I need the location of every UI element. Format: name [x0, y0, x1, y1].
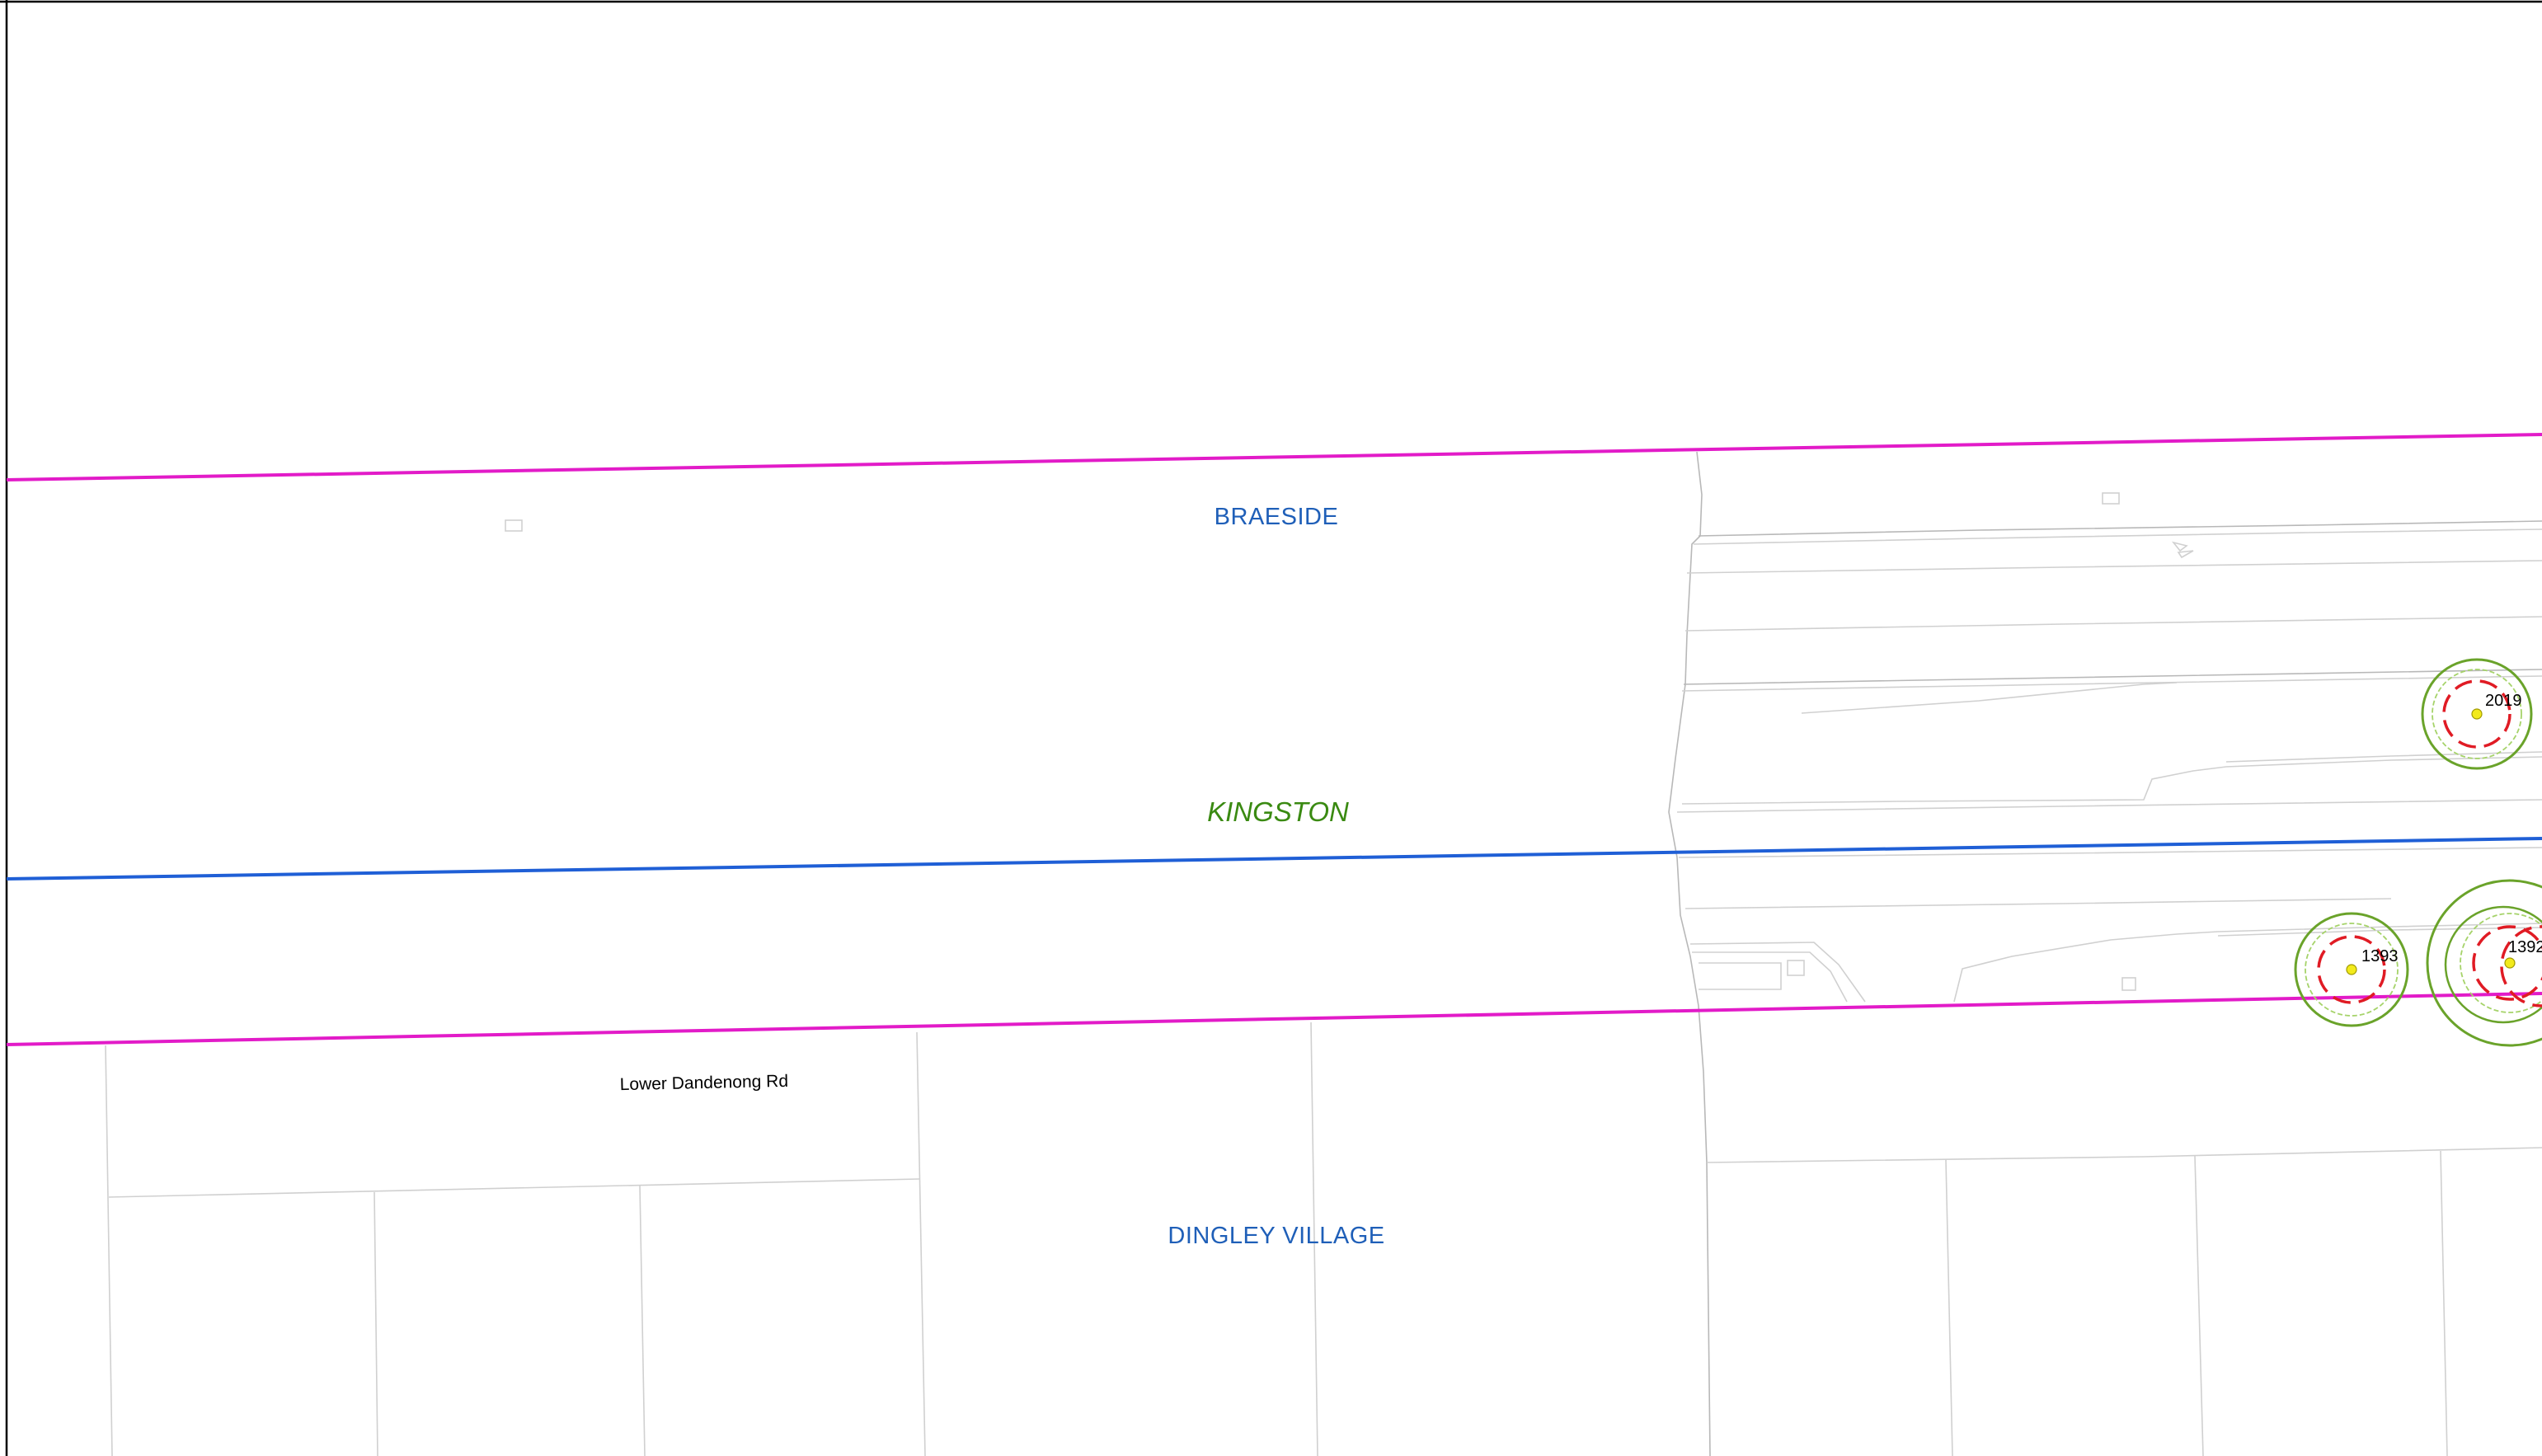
road-label-lower-dandenong: Lower Dandenong Rd: [619, 1072, 788, 1094]
lga-boundary: [6, 837, 2542, 881]
suburb-boundary-north: [6, 433, 2542, 481]
tree-2019[interactable]: 2019: [2421, 658, 2533, 770]
tree-point-icon: [2504, 957, 2516, 969]
suburb-label-dingley-village: DINGLEY VILLAGE: [1168, 1223, 1384, 1249]
tree-id-label: 1392: [2508, 938, 2542, 956]
tree-point-icon: [2471, 708, 2483, 720]
tree-point-icon: [2346, 964, 2357, 975]
suburb-label-braeside: BRAESIDE: [1215, 504, 1339, 530]
suburb-boundary-south: [6, 992, 2542, 1046]
map-view[interactable]: 2019 1393 1392 BRAESIDE KINGSTON Lower D…: [0, 0, 2542, 1456]
lga-label-kingston: KINGSTON: [1207, 796, 1349, 827]
map-canvas[interactable]: 2019 1393 1392 BRAESIDE KINGSTON Lower D…: [0, 0, 2542, 1456]
tree-id-label: 1393: [2361, 947, 2399, 965]
tree-id-label: 2019: [2485, 692, 2522, 710]
cadastre-parcels-north: [505, 451, 2542, 1456]
tree-1392[interactable]: 1392: [2426, 879, 2542, 1047]
tree-1393[interactable]: 1393: [2294, 912, 2409, 1027]
